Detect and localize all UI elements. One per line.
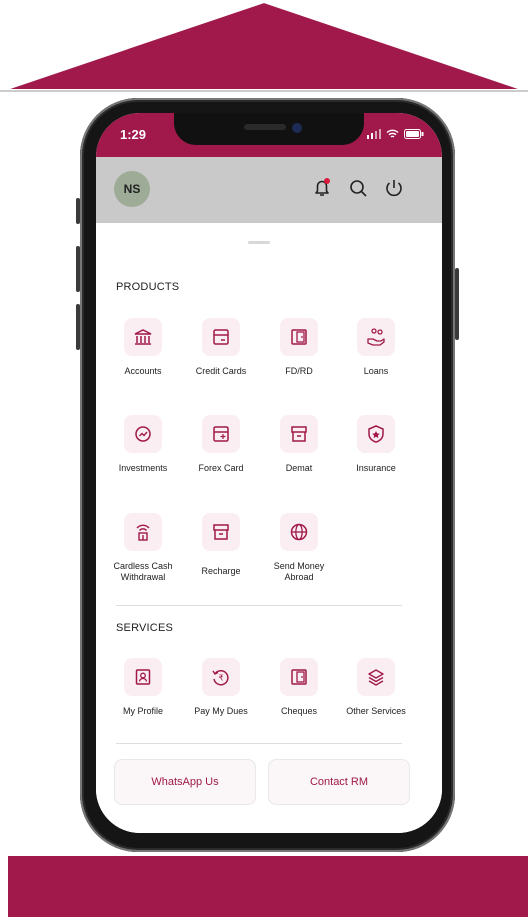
product-recharge[interactable]: Recharge xyxy=(181,513,261,577)
product-investments[interactable]: Investments xyxy=(103,415,183,474)
bank-icon xyxy=(134,329,152,345)
sheet-grabber[interactable] xyxy=(248,241,270,244)
status-icons xyxy=(367,129,424,139)
whatsapp-button[interactable]: WhatsApp Us xyxy=(114,759,256,805)
services-title: SERVICES xyxy=(116,622,174,634)
product-credit-cards[interactable]: Credit Cards xyxy=(181,318,261,377)
battery-icon xyxy=(404,129,424,139)
rupee-refresh-icon: ₹ xyxy=(212,670,229,686)
box-icon xyxy=(291,426,307,442)
svg-text:₹: ₹ xyxy=(218,674,223,683)
footer-bar xyxy=(8,856,528,917)
loan-hand-icon xyxy=(367,328,385,346)
product-loans[interactable]: Loans xyxy=(336,318,416,377)
mute-switch xyxy=(76,198,80,224)
product-insurance[interactable]: Insurance xyxy=(336,415,416,474)
products-title: PRODUCTS xyxy=(116,281,180,293)
layers-icon xyxy=(368,669,384,686)
section-divider xyxy=(116,605,402,606)
atm-wireless-icon xyxy=(136,524,150,541)
card-icon xyxy=(213,329,229,345)
service-other-services[interactable]: Other Services xyxy=(336,658,416,717)
avatar[interactable]: NS xyxy=(114,171,150,207)
product-demat[interactable]: Demat xyxy=(259,415,339,474)
search-icon[interactable] xyxy=(346,176,370,200)
contact-rm-button[interactable]: Contact RM xyxy=(268,759,410,805)
product-cardless-cash[interactable]: Cardless Cash Withdrawal xyxy=(103,513,183,583)
box-icon xyxy=(213,524,229,540)
profile-icon xyxy=(135,669,151,685)
menu-sheet: PRODUCTS Accounts Credit Cards FD/RD Loa… xyxy=(96,223,442,833)
volume-down-button xyxy=(76,304,80,350)
service-pay-my-dues[interactable]: ₹ Pay My Dues xyxy=(181,658,261,717)
product-forex-card[interactable]: Forex Card xyxy=(181,415,261,474)
power-icon[interactable] xyxy=(382,176,406,200)
growth-icon xyxy=(135,426,151,442)
forex-card-icon xyxy=(213,426,229,442)
shield-star-icon xyxy=(368,425,384,443)
notification-bell-icon[interactable] xyxy=(310,176,334,200)
section-divider xyxy=(116,743,402,744)
status-bar: 1:29 xyxy=(96,113,442,157)
power-button xyxy=(455,268,459,340)
volume-up-button xyxy=(76,246,80,292)
app-header: NS xyxy=(96,157,442,223)
signal-icon xyxy=(367,129,381,139)
notch xyxy=(174,113,364,145)
product-fd-rd[interactable]: FD/RD xyxy=(259,318,339,377)
service-cheques[interactable]: Cheques xyxy=(259,658,339,717)
roof-shape xyxy=(0,0,528,92)
cheque-icon xyxy=(291,669,307,685)
wifi-icon xyxy=(386,129,399,138)
door-icon xyxy=(291,329,307,345)
globe-icon xyxy=(290,523,308,541)
product-send-money-abroad[interactable]: Send Money Abroad xyxy=(259,513,339,583)
service-my-profile[interactable]: My Profile xyxy=(103,658,183,717)
status-time: 1:29 xyxy=(120,127,147,142)
phone-screen: 1:29 NS PRODUCTS Accounts Credit Cards F… xyxy=(96,113,442,833)
product-accounts[interactable]: Accounts xyxy=(103,318,183,377)
